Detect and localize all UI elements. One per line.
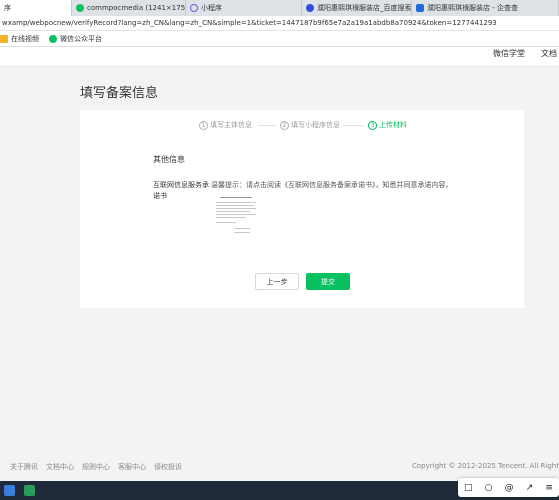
tab-commpocmedia[interactable]: commpocmedia (1241×1755) xyxy=(72,0,186,16)
address-bar[interactable]: wxamp/webpocnew/verifyRecord?lang=zh_CN&… xyxy=(0,16,559,31)
tab-label: commpocmedia (1241×1755) xyxy=(87,4,186,12)
browser-tab-bar: 序 commpocmedia (1241×1755) 小程序 濮阳惠熙琪褓服装店… xyxy=(0,0,559,16)
folder-icon xyxy=(0,34,8,43)
step-label: 上传材料 xyxy=(379,121,407,129)
at-icon[interactable]: @ xyxy=(505,483,514,493)
miniprogram-icon xyxy=(190,4,198,12)
tab-label: 濮阳惠熙琪褓服装店_百度搜索 xyxy=(317,4,412,12)
step-number: 1 xyxy=(199,120,208,130)
page-header xyxy=(0,47,559,67)
step-divider xyxy=(258,125,276,126)
tab-qichacha[interactable]: 濮阳惠熙琪褓服装店 - 企查查 xyxy=(412,0,559,16)
footer-link-rules[interactable]: 规则中心 xyxy=(82,462,110,472)
header-link-academy[interactable]: 微信学堂 xyxy=(493,48,525,59)
form-card xyxy=(80,110,524,308)
step-divider xyxy=(343,125,363,126)
tab-miniprogram[interactable]: 小程序 xyxy=(186,0,302,16)
circle-icon[interactable]: ○ xyxy=(485,483,493,493)
step-1: 1 填写主体信息 xyxy=(199,120,252,130)
bookmark-label: 在线视频 xyxy=(11,34,39,43)
menu-icon[interactable]: ≡ xyxy=(545,483,553,493)
bookmark-wechat-platform[interactable]: 微信公众平台 xyxy=(49,34,102,44)
wechat-taskbar-icon[interactable] xyxy=(24,485,35,496)
footer-links: 关于腾讯 文档中心 规则中心 客服中心 侵权投诉 xyxy=(10,462,190,472)
tab-label: 濮阳惠熙琪褓服装店 - 企查查 xyxy=(427,4,518,12)
section-title: 其他信息 xyxy=(153,155,185,164)
step-2: 2 填写小程序信息 xyxy=(280,120,340,130)
step-3: 3 上传材料 xyxy=(368,120,407,130)
wechat-icon xyxy=(49,34,57,43)
tab-label: 小程序 xyxy=(201,4,222,12)
step-label: 填写主体信息 xyxy=(210,121,252,129)
commitment-document-thumbnail[interactable] xyxy=(212,193,260,239)
field-label: 互联网信息服务承诺书 xyxy=(153,181,209,200)
bookmark-online-video[interactable]: 在线视频 xyxy=(0,34,39,44)
footer-link-support[interactable]: 客服中心 xyxy=(118,462,146,472)
submit-button[interactable]: 提交 xyxy=(306,273,350,290)
footer-link-docs[interactable]: 文档中心 xyxy=(46,462,74,472)
tab-baidu-search[interactable]: 濮阳惠熙琪褓服装店_百度搜索 xyxy=(302,0,412,16)
tab-label: 序 xyxy=(4,4,11,12)
square-icon[interactable]: □ xyxy=(464,483,473,493)
arrow-icon[interactable]: ↗ xyxy=(526,483,534,493)
footer-link-complaint[interactable]: 侵权投诉 xyxy=(154,462,182,472)
qichacha-icon xyxy=(416,4,424,12)
app-icon[interactable] xyxy=(4,485,15,496)
tab-current[interactable]: 序 xyxy=(0,0,72,16)
bookmark-label: 微信公众平台 xyxy=(60,34,102,43)
footer-link-about[interactable]: 关于腾讯 xyxy=(10,462,38,472)
copyright-text: Copyright © 2012-2025 Tencent. All Right xyxy=(412,462,559,470)
url-text: wxamp/webpocnew/verifyRecord?lang=zh_CN&… xyxy=(2,19,497,27)
step-number: 3 xyxy=(368,120,377,130)
step-label: 填写小程序信息 xyxy=(291,121,340,129)
wechat-icon xyxy=(76,4,84,12)
floating-toolbar: □ ○ @ ↗ ≡ xyxy=(458,478,559,497)
bookmarks-bar: 在线视频 微信公众平台 xyxy=(0,31,559,47)
header-link-docs[interactable]: 文档 xyxy=(541,48,557,59)
step-number: 2 xyxy=(280,120,289,130)
hint-text: 温馨提示：请点击阅读《互联网信息服务备案承诺书》，知悉并同意承诺内容。 xyxy=(211,181,453,189)
previous-step-button[interactable]: 上一步 xyxy=(255,273,299,290)
page-title: 填写备案信息 xyxy=(80,86,159,101)
baidu-icon xyxy=(306,4,314,12)
